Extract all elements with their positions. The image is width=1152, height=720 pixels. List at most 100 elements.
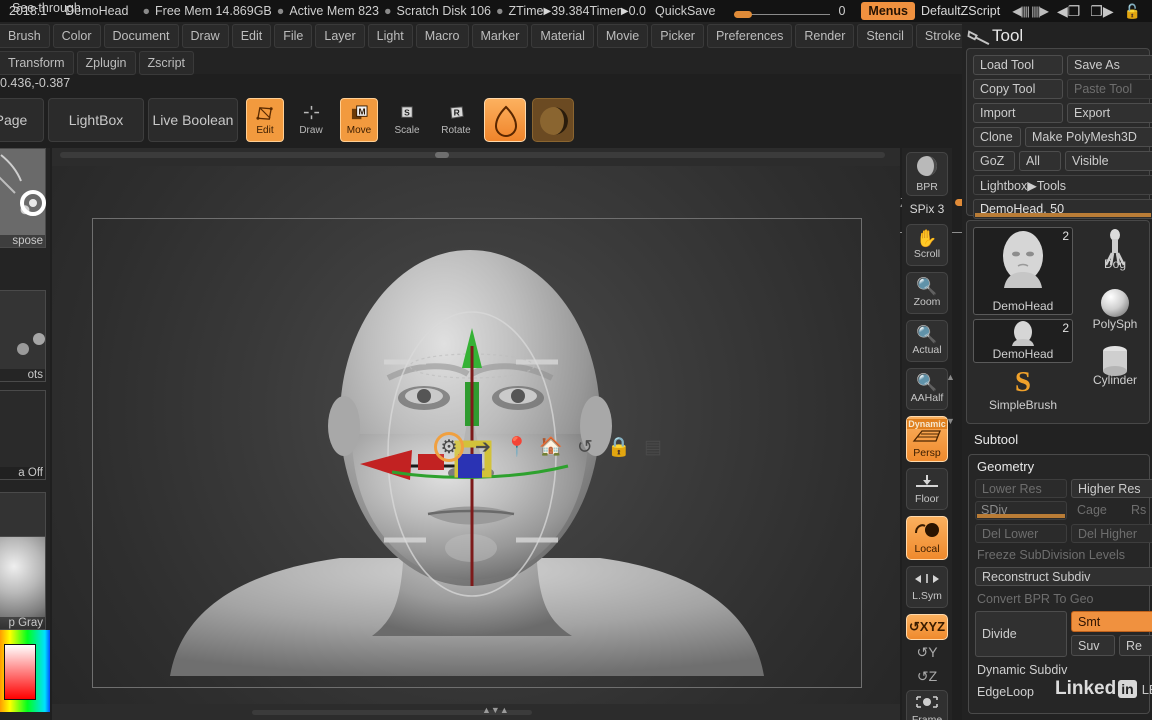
lock-icon[interactable]: 🔒 — [604, 432, 634, 462]
play-icon[interactable]: ▶ — [544, 6, 552, 17]
dynamic-subdiv-header[interactable]: Dynamic Subdiv — [977, 663, 1067, 677]
current-brush-swatch[interactable] — [484, 98, 526, 142]
reconstruct-subdiv-button[interactable]: Reconstruct Subdiv — [975, 567, 1152, 586]
make-polymesh3d-button[interactable]: Make PolyMesh3D — [1025, 127, 1152, 147]
goz-button[interactable]: GoZ — [973, 151, 1015, 171]
aahalf-button[interactable]: 🔍 AAHalf — [906, 368, 948, 410]
resize-arrows-icon[interactable]: ▲▼▲ — [482, 705, 509, 715]
lightbox-button[interactable]: LightBox — [48, 98, 144, 142]
divide-button[interactable]: Divide — [975, 611, 1067, 657]
menu-item-picker[interactable]: Picker — [651, 24, 704, 48]
all-button[interactable]: All — [1019, 151, 1061, 171]
current-tool-slider[interactable]: DemoHead. 50 — [973, 199, 1152, 219]
color-gradient-field[interactable] — [4, 644, 36, 700]
menu-item-document[interactable]: Document — [103, 24, 179, 48]
slider-icon[interactable]: ▤ — [638, 432, 668, 462]
menu-item-material[interactable]: Material — [531, 24, 594, 48]
load-tool-button[interactable]: Load Tool — [973, 55, 1063, 75]
local-button[interactable]: Local — [906, 516, 948, 560]
move-button[interactable]: M Move — [340, 98, 378, 142]
viewport-canvas[interactable]: ⚙ ➔ 📍 🏠 ↺ 🔒 ▤ Customize in the middle li… — [52, 166, 900, 704]
current-brush-thumb[interactable]: spose — [0, 148, 46, 248]
tool-thumb-demohead-large[interactable]: 2 DemoHead — [973, 227, 1073, 315]
gear-icon[interactable]: ⚙ — [434, 432, 464, 462]
cursor-arrow-icon[interactable]: ➔ — [468, 432, 498, 462]
left-tray-toggle-icon[interactable]: ◀|||| ||||▶ — [1008, 4, 1052, 18]
live-boolean-button[interactable]: Live Boolean — [148, 98, 238, 142]
tray-right-icon[interactable]: ❐▶ — [1085, 3, 1118, 20]
canvas-horizontal-scrollbar[interactable] — [60, 152, 885, 158]
menu-item-zscript[interactable]: Zscript — [138, 51, 194, 75]
tool-thumb-cylinder[interactable]: Cylinder — [1079, 341, 1151, 397]
tray-scroll-up-icon[interactable]: ▲ — [946, 372, 955, 382]
quicksave-button[interactable]: QuickSave — [646, 4, 724, 18]
menu-item-color[interactable]: Color — [52, 24, 101, 48]
zoom-button[interactable]: 🔍 Zoom — [906, 272, 948, 314]
home-icon[interactable]: 🏠 — [536, 432, 566, 462]
rotate-xyz-button[interactable]: ↺XYZ — [906, 614, 948, 640]
gizmo-option-strip[interactable]: ⚙ ➔ 📍 🏠 ↺ 🔒 ▤ — [434, 432, 668, 462]
spix-slider[interactable]: SPix 3 — [906, 199, 972, 218]
rotate-y-button[interactable]: ↺Y — [906, 644, 948, 661]
scrollbar-thumb[interactable] — [435, 152, 449, 158]
menu-item-light[interactable]: Light — [367, 24, 413, 48]
tray-scroll-down-icon[interactable]: ▼ — [946, 416, 955, 426]
menu-item-edit[interactable]: Edit — [231, 24, 272, 48]
import-button[interactable]: Import — [973, 103, 1063, 123]
floor-button[interactable]: Floor — [906, 468, 948, 510]
menu-item-layer[interactable]: Layer — [315, 24, 365, 48]
bpr-button[interactable]: BPR — [906, 152, 948, 196]
clone-button[interactable]: Clone — [973, 127, 1021, 147]
page-button[interactable]: Page — [0, 98, 44, 142]
color-picker[interactable] — [0, 630, 50, 712]
slider-knob[interactable] — [734, 11, 753, 18]
location-pin-icon[interactable]: 📍 — [502, 432, 532, 462]
menu-item-render[interactable]: Render — [795, 24, 855, 48]
lsym-button[interactable]: L.Sym — [906, 566, 948, 608]
save-as-button[interactable]: Save As — [1067, 55, 1152, 75]
scroll-button[interactable]: ✋ Scroll — [906, 224, 948, 266]
menu-item-file[interactable]: File — [274, 24, 313, 48]
re-button[interactable]: Re — [1119, 635, 1152, 656]
visible-button[interactable]: Visible — [1065, 151, 1152, 171]
draw-button[interactable]: Draw — [292, 98, 330, 142]
tool-thumb-simplebrush[interactable]: S SimpleBrush — [973, 367, 1073, 419]
suv-button[interactable]: Suv — [1071, 635, 1115, 656]
menu-item-stencil[interactable]: Stencil — [857, 24, 913, 48]
higher-res-button[interactable]: Higher Res — [1071, 479, 1152, 498]
lock-open-icon[interactable]: 🔓 — [1119, 3, 1146, 20]
menu-item-marker[interactable]: Marker — [471, 24, 529, 48]
frame-button[interactable]: Frame — [906, 690, 948, 720]
smt-button[interactable]: Smt — [1071, 611, 1152, 632]
menu-item-preferences[interactable]: Preferences — [706, 24, 793, 48]
copy-tool-button[interactable]: Copy Tool — [973, 79, 1063, 99]
export-button[interactable]: Export — [1067, 103, 1152, 123]
tool-thumb-polysphere[interactable]: PolySph — [1079, 285, 1151, 341]
geometry-section-header[interactable]: Geometry — [977, 459, 1034, 474]
menu-item-movie[interactable]: Movie — [596, 24, 649, 48]
tool-thumb-demohead-small[interactable]: 2 DemoHead — [973, 319, 1073, 363]
rotate-z-button[interactable]: ↺Z — [906, 668, 948, 685]
lightbox-tools-button[interactable]: Lightbox▶Tools — [973, 175, 1152, 195]
actual-button[interactable]: 🔍 Actual — [906, 320, 948, 362]
menu-item-zplugin[interactable]: Zplugin — [76, 51, 136, 75]
tray-left-icon[interactable]: ◀❐ — [1052, 3, 1085, 20]
tool-thumb-dog[interactable]: Dog — [1079, 227, 1151, 283]
sdiv-slider[interactable]: SDiv — [975, 501, 1067, 520]
current-alpha-thumb[interactable]: a Off — [0, 390, 46, 480]
play-icon[interactable]: ▶ — [621, 6, 629, 17]
current-stroke-thumb[interactable]: ots — [0, 290, 46, 382]
see-through-slider[interactable]: See-through 0 — [12, 1, 855, 18]
menu-item-draw[interactable]: Draw — [181, 24, 229, 48]
edgeloop-header[interactable]: EdgeLoop — [977, 685, 1034, 699]
persp-button[interactable]: Dynamic Persp — [906, 416, 948, 462]
menu-item-macro[interactable]: Macro — [415, 24, 469, 48]
subtool-section-header[interactable]: Subtool — [974, 432, 1018, 447]
see-through-track[interactable] — [734, 5, 831, 18]
rotate-reset-icon[interactable]: ↺ — [570, 432, 600, 462]
chevron-down-icon[interactable]: ⌄ — [1146, 3, 1152, 20]
menu-item-transform[interactable]: Transform — [0, 51, 74, 75]
menu-item-brush[interactable]: Brush — [0, 24, 50, 48]
menus-button[interactable]: Menus — [861, 2, 916, 20]
current-material-swatch[interactable] — [532, 98, 574, 142]
